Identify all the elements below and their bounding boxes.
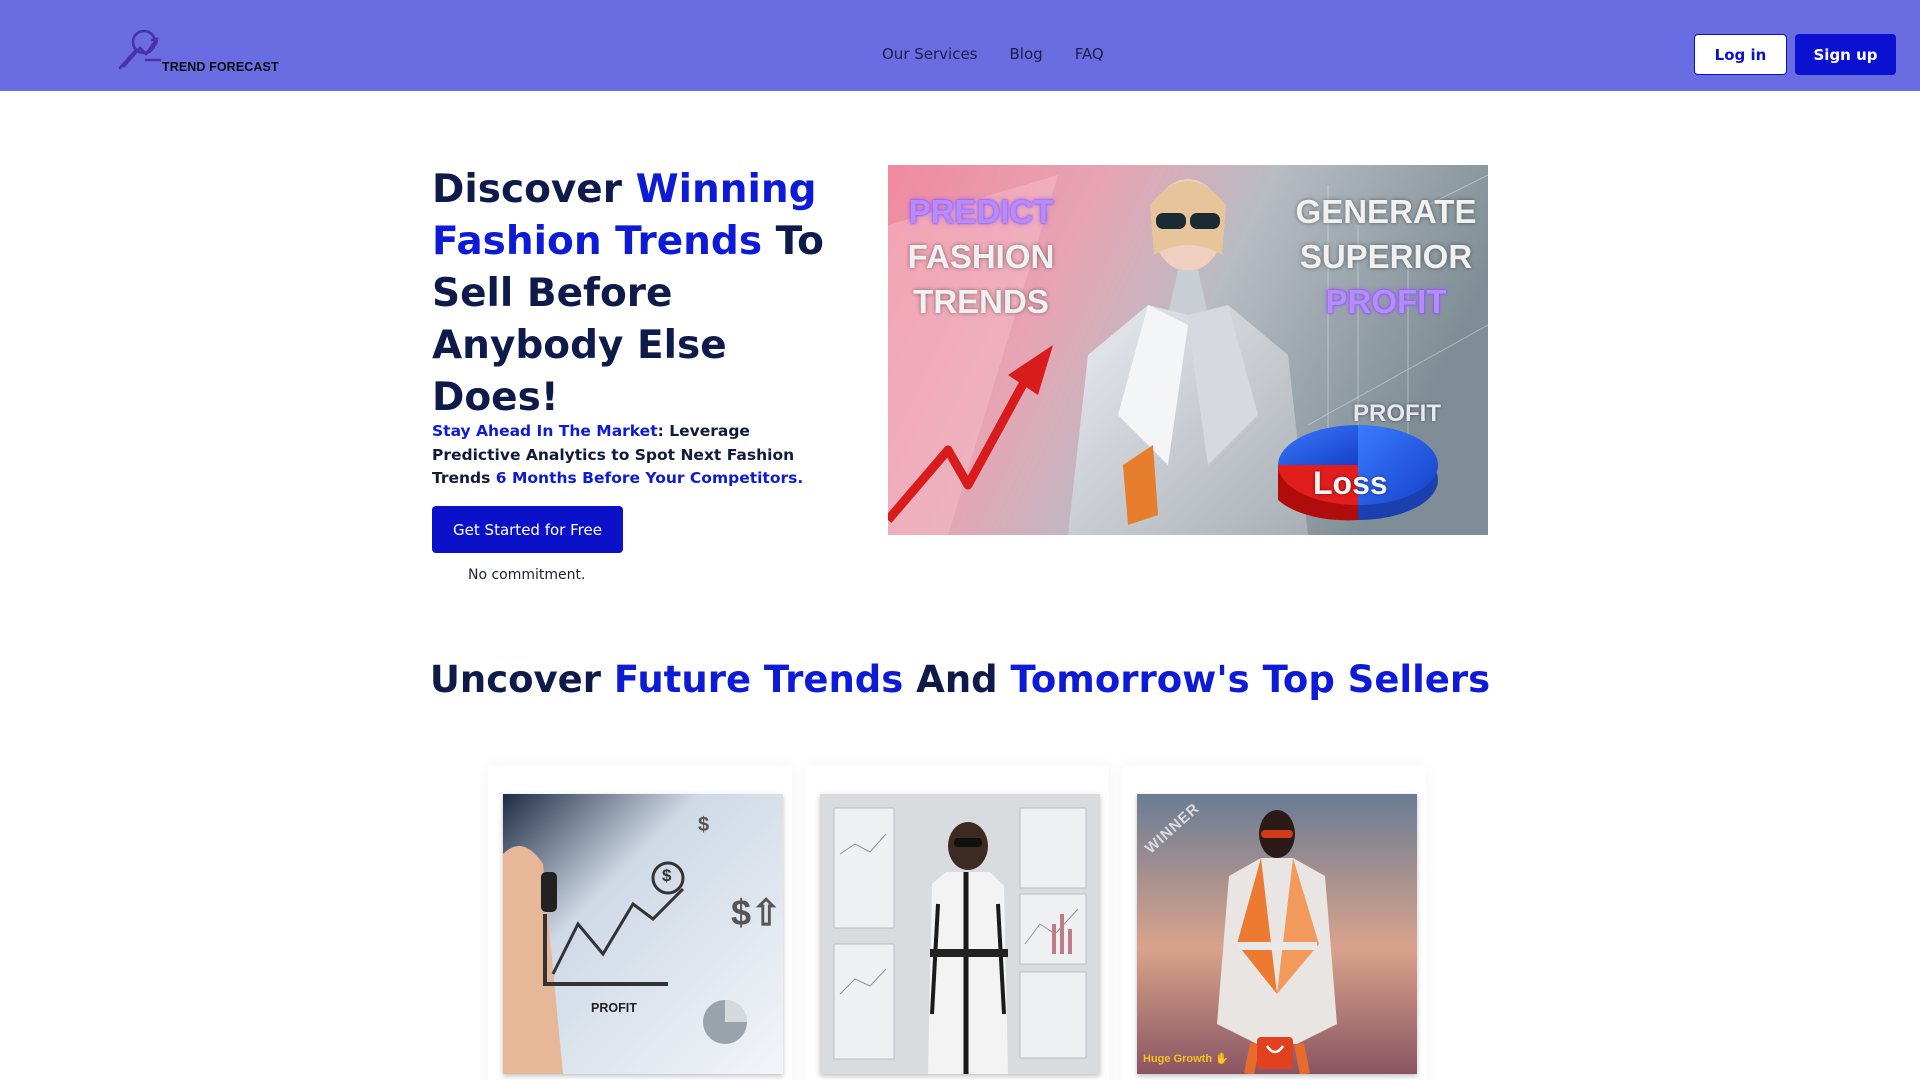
top-navbar: TREND FORECAST Our Services Blog FAQ Log… [0,0,1920,91]
card-image-profit: $ $ $⇧ PROFIT [503,794,783,1074]
pie-loss-label: Loss [1313,465,1388,501]
section-title-part-1: Uncover [429,658,614,701]
card-image-winner: WINNER Huge Growth ✋ [1137,794,1417,1074]
cta-note: No commitment. [468,567,586,583]
hero-image-right-caption: GENERATE SUPERIOR PROFIT [1288,189,1484,324]
hero-image-superior: SUPERIOR [1299,238,1473,275]
signup-button[interactable]: Sign up [1795,34,1896,75]
trend-forecast-logo-icon [118,29,162,70]
hero-image-generate: GENERATE [1295,193,1477,230]
card-dollar-arrow: $⇧ [731,892,782,933]
get-started-button[interactable]: Get Started for Free [432,506,623,553]
hero-subtitle: Stay Ahead In The Market: Leverage Predi… [432,420,832,491]
pie-profit-label: PROFIT [1353,400,1441,427]
hero-image-profit: PROFIT [1325,283,1447,320]
hero-image-fashion: FASHION [907,238,1055,275]
nav-link-blog[interactable]: Blog [1010,44,1043,64]
section-title: Uncover Future Trends And Tomorrow's Top… [0,658,1920,701]
card-dollar-top: $ [698,814,710,836]
section-title-highlight-1: Future Trends [613,658,904,701]
logo-text: TREND FORECAST [162,60,279,74]
nav-link-faq[interactable]: FAQ [1075,44,1104,64]
section-title-highlight-2: Tomorrow's Top Sellers [1010,658,1491,701]
card-image-profit-art [503,794,783,1074]
hero-title-start: Discover [432,167,636,212]
hero-title: Discover Winning Fashion Trends To Sell … [432,164,852,424]
feature-card-profit[interactable]: $ $ $⇧ PROFIT [488,766,792,1080]
feature-card-winner[interactable]: WINNER Huge Growth ✋ [1122,766,1426,1080]
feature-card-analytics[interactable] [805,766,1109,1080]
hero-subtitle-highlight-2: 6 Months Before Your Competitors [495,469,798,487]
hero-subtitle-text-2: . [797,469,804,487]
card-profit-label: PROFIT [591,1001,637,1015]
hero-image-trends: TRENDS [913,283,1049,320]
logo[interactable]: TREND FORECAST [116,26,296,76]
hero-image: PREDICT FASHION TRENDS GENERATE SUPERIOR… [888,165,1488,535]
section-title-part-2: And [903,658,1011,701]
login-button[interactable]: Log in [1694,34,1787,75]
card-huge-growth-caption: Huge Growth ✋ [1143,1053,1229,1065]
nav-link-our-services[interactable]: Our Services [882,44,978,64]
card-coin-dollar: $ [662,866,672,885]
card-image-analytics [820,794,1100,1074]
hero-image-left-caption: PREDICT FASHION TRENDS [896,189,1066,324]
card-image-winner-art [1137,794,1417,1074]
hero-subtitle-highlight-1: Stay Ahead In The Market [432,422,658,440]
card-image-analytics-art [820,794,1100,1074]
hero-image-predict: PREDICT [908,193,1054,230]
main-nav: Our Services Blog FAQ [882,44,1104,64]
